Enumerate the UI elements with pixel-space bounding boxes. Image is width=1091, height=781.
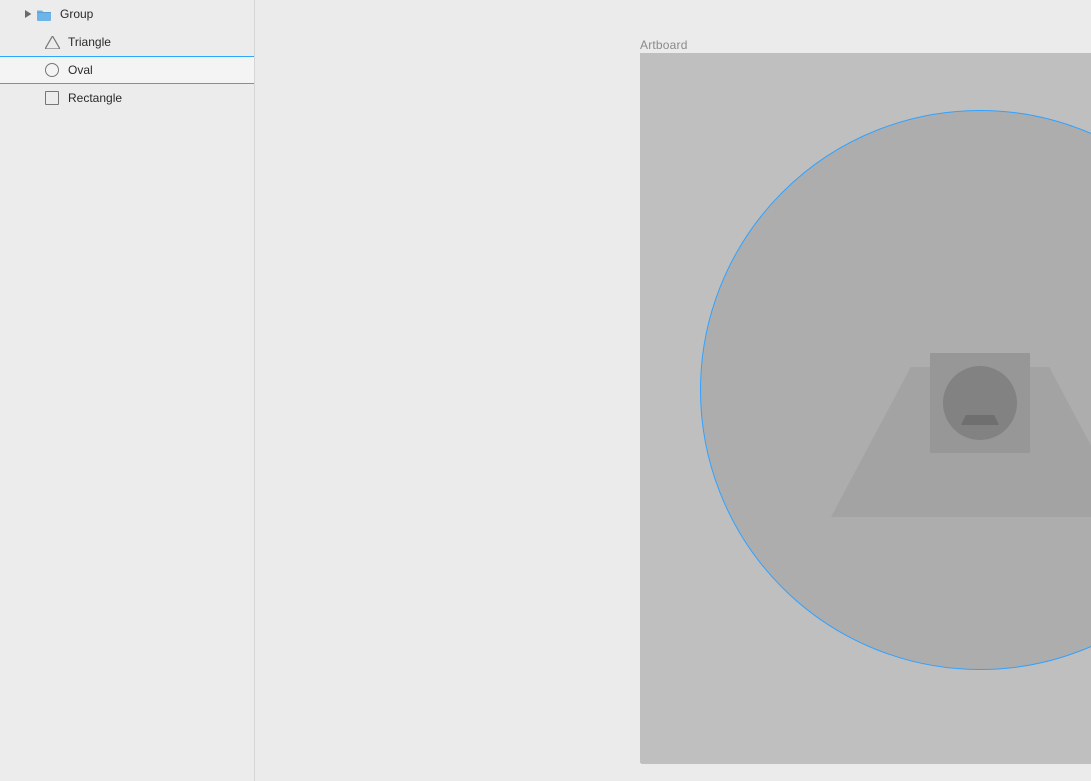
artboard-surface[interactable]	[640, 53, 1091, 763]
artboard-title[interactable]: Artboard	[640, 38, 688, 52]
layer-row-triangle[interactable]: Triangle	[0, 28, 254, 56]
folder-icon	[36, 6, 52, 22]
layer-label: Triangle	[68, 28, 111, 56]
layer-row-rectangle[interactable]: Rectangle	[0, 84, 254, 112]
layer-label: Group	[60, 0, 93, 28]
layer-label: Rectangle	[68, 84, 122, 112]
layers-panel: Artboard Group Triangle Oval Rectangle	[0, 0, 255, 781]
layer-label: Oval	[68, 56, 93, 84]
layer-row-oval[interactable]: Oval	[0, 56, 254, 84]
group-shape-triangle[interactable]	[961, 415, 999, 455]
disclosure-triangle-icon[interactable]	[22, 10, 36, 18]
oval-shape-icon	[44, 62, 60, 78]
layer-row-group[interactable]: Group	[0, 0, 254, 28]
rectangle-shape-icon	[44, 90, 60, 106]
canvas[interactable]: Artboard	[255, 0, 1091, 781]
triangle-shape-icon	[44, 34, 60, 50]
